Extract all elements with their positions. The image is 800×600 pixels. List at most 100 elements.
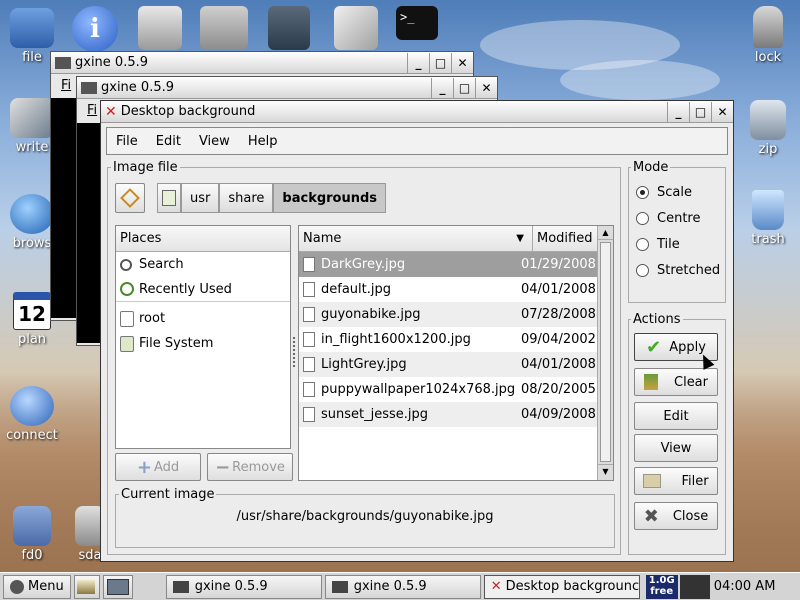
scroll-down-icon[interactable]: ▼	[598, 464, 613, 478]
maximize-button[interactable]: □	[429, 52, 451, 73]
app-x-icon: ✕	[490, 579, 502, 594]
actions-label: Actions	[631, 312, 683, 327]
desktop-background-window[interactable]: ✕ Desktop background _ □ ✕ File Edit Vie…	[100, 100, 734, 562]
radio-icon	[636, 238, 649, 251]
path-segment-share[interactable]: share	[219, 183, 274, 213]
file-row[interactable]: LightGrey.jpg 04/01/2008	[299, 352, 597, 377]
pane-resize-handle[interactable]	[293, 337, 296, 367]
desktop-icon-lock[interactable]: lock	[736, 6, 800, 65]
calendar-icon: 12	[13, 292, 51, 330]
file-row[interactable]: puppywallpaper1024x768.jpg 08/20/2005	[299, 377, 597, 402]
add-place-button[interactable]: + Add	[115, 453, 201, 481]
place-root[interactable]: root	[116, 306, 290, 331]
file-row[interactable]: guyonabike.jpg 07/28/2008	[299, 302, 597, 327]
checkmark-icon: ✔	[646, 336, 662, 358]
start-menu-button[interactable]: Menu	[3, 574, 71, 599]
maximize-button[interactable]: □	[453, 77, 475, 98]
scroll-up-icon[interactable]: ▲	[598, 226, 613, 240]
pen-icon[interactable]	[334, 6, 378, 50]
task-button-gxine-1[interactable]: gxine 0.5.9	[165, 574, 322, 599]
radio-label: Scale	[657, 185, 692, 200]
mode-scale-radio[interactable]: Scale	[636, 185, 692, 200]
menu-view[interactable]: View	[190, 134, 239, 149]
place-search[interactable]: Search	[116, 252, 290, 277]
window-titlebar[interactable]: ✕ Desktop background _ □ ✕	[101, 101, 733, 123]
quicklaunch-icon[interactable]	[73, 574, 100, 599]
radio-icon	[636, 264, 649, 277]
gxine-titlebar[interactable]: gxine 0.5.9 _ □ ✕	[77, 77, 497, 99]
edit-button[interactable]: Edit	[634, 402, 718, 430]
file-list-scrollbar[interactable]: ▲ ▼	[597, 226, 613, 480]
file-name: DarkGrey.jpg	[321, 257, 406, 272]
clock[interactable]: 04:00 AM	[714, 579, 776, 594]
mode-tile-radio[interactable]: Tile	[636, 237, 680, 252]
places-panel: Places Search Recently Used root File Sy…	[115, 225, 291, 449]
cloud	[560, 60, 720, 100]
terminal-icon[interactable]: >_	[396, 6, 438, 40]
column-name-header[interactable]: Name ▼	[299, 226, 533, 251]
close-window-button[interactable]: ✖ Close	[634, 502, 718, 530]
clear-label: Clear	[674, 374, 708, 390]
desktop-icon-label: zip	[758, 142, 778, 157]
menu-help[interactable]: Help	[239, 134, 287, 149]
task-label: Desktop backgrounc	[505, 579, 640, 594]
path-root-button[interactable]	[157, 183, 181, 213]
places-header-label: Places	[120, 231, 162, 246]
file-icon	[303, 332, 315, 347]
mode-centre-radio[interactable]: Centre	[636, 211, 700, 226]
package-icon[interactable]	[200, 6, 248, 50]
place-label: Search	[139, 257, 184, 272]
menu-edit[interactable]: Edit	[147, 134, 190, 149]
path-segment-usr[interactable]: usr	[181, 183, 220, 213]
radio-label: Stretched	[657, 263, 721, 278]
file-row[interactable]: default.jpg 04/01/2008	[299, 277, 597, 302]
desktop-icon-label: fd0	[21, 548, 43, 563]
filer-button[interactable]: Filer	[634, 467, 718, 495]
menu-file[interactable]: File	[107, 134, 147, 149]
close-button[interactable]: ✕	[451, 52, 473, 73]
settings-tools-icon[interactable]	[268, 6, 310, 50]
mode-stretched-radio[interactable]: Stretched	[636, 263, 720, 278]
tray-meter-icon	[679, 574, 710, 599]
minimize-button[interactable]: _	[431, 77, 453, 98]
minimize-button[interactable]: _	[667, 101, 689, 122]
folder-icon	[643, 474, 662, 488]
minimize-button[interactable]: _	[407, 52, 429, 73]
desktop-icon-connect[interactable]: connect	[0, 386, 64, 443]
radio-label: Centre	[657, 211, 701, 226]
zip-drive-icon	[750, 100, 786, 140]
gxine-app-icon	[55, 56, 71, 69]
drive-icon[interactable]	[138, 6, 182, 50]
scroll-thumb[interactable]	[600, 242, 611, 462]
desktop-icon-fd0[interactable]: fd0	[0, 506, 64, 563]
maximize-button[interactable]: □	[689, 101, 711, 122]
desktop-icon-zip[interactable]: zip	[736, 100, 800, 157]
places-header[interactable]: Places	[116, 226, 290, 252]
desktop-icon-trash[interactable]: trash	[736, 190, 800, 247]
place-recently-used[interactable]: Recently Used	[116, 277, 290, 302]
clear-button[interactable]: Clear	[634, 368, 718, 396]
task-button-gxine-2[interactable]: gxine 0.5.9	[324, 574, 481, 599]
remove-place-button[interactable]: − Remove	[207, 453, 293, 481]
gxine-titlebar[interactable]: gxine 0.5.9 _ □ ✕	[51, 52, 473, 74]
file-row[interactable]: in_flight1600x1200.jpg 09/04/2002	[299, 327, 597, 352]
view-button[interactable]: View	[634, 434, 718, 462]
file-row[interactable]: sunset_jesse.jpg 04/09/2008	[299, 402, 597, 427]
task-button-desktop-background[interactable]: ✕ Desktop backgrounc	[483, 574, 640, 599]
globe-icon	[10, 194, 54, 234]
current-image-label: Current image	[119, 487, 217, 502]
close-button[interactable]: ✕	[475, 77, 497, 98]
drive-icon	[162, 190, 176, 206]
close-button[interactable]: ✕	[711, 101, 733, 122]
desktop-icon-label: plan	[17, 332, 47, 347]
recent-icon	[120, 282, 134, 296]
show-desktop-button[interactable]	[102, 574, 133, 599]
info-icon[interactable]: i	[72, 6, 118, 52]
desktop-icon-label: lock	[754, 50, 782, 65]
place-file-system[interactable]: File System	[116, 331, 290, 356]
file-row[interactable]: DarkGrey.jpg 01/29/2008	[299, 252, 597, 277]
path-segment-backgrounds[interactable]: backgrounds	[273, 183, 387, 213]
radio-icon	[636, 212, 649, 225]
menu-bar: File Edit View Help	[106, 127, 728, 155]
edit-location-button[interactable]	[115, 183, 145, 213]
